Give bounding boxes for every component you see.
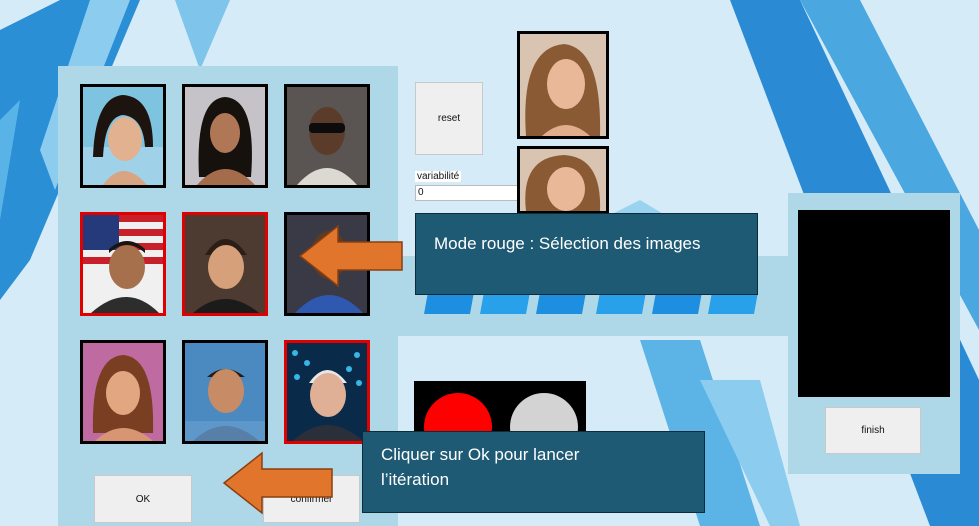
face-photo-1[interactable] [80, 84, 166, 188]
preview-area [798, 210, 950, 397]
red-mode-callout-text: Mode rouge : Sélection des images [434, 234, 701, 253]
portrait-image [520, 34, 606, 136]
portrait-image [520, 149, 606, 211]
face-photo-5[interactable] [182, 212, 268, 316]
face-photo-8[interactable] [182, 340, 268, 444]
ok-button[interactable]: OK [94, 475, 192, 523]
portrait-image [185, 343, 265, 441]
portrait-image [83, 215, 163, 313]
portrait-image [83, 87, 163, 185]
portrait-image [83, 343, 163, 441]
target-photo-1 [517, 31, 609, 139]
arrow-left-icon [222, 451, 333, 515]
face-photo-7[interactable] [80, 340, 166, 444]
portrait-image [287, 87, 367, 185]
variability-label: variabilité [415, 171, 462, 182]
portrait-image [185, 87, 265, 185]
ok-button-label: OK [135, 493, 151, 505]
click-ok-callout-text: Cliquer sur Ok pour lancer l’itération [381, 445, 580, 489]
finish-button-label: finish [861, 425, 885, 436]
variability-input[interactable]: 0 [415, 185, 519, 201]
portrait-image [287, 343, 367, 441]
reset-button[interactable]: reset [415, 82, 483, 155]
arrow-left-icon [298, 224, 403, 288]
face-photo-3[interactable] [284, 84, 370, 188]
portrait-image [185, 215, 265, 313]
target-photo-2 [517, 146, 609, 214]
face-photo-4[interactable] [80, 212, 166, 316]
reset-button-label: reset [437, 113, 461, 124]
face-photo-2[interactable] [182, 84, 268, 188]
finish-button[interactable]: finish [825, 407, 921, 454]
click-ok-callout: Cliquer sur Ok pour lancer l’itération [362, 431, 705, 513]
red-mode-callout: Mode rouge : Sélection des images [415, 213, 758, 295]
face-photo-9[interactable] [284, 340, 370, 444]
